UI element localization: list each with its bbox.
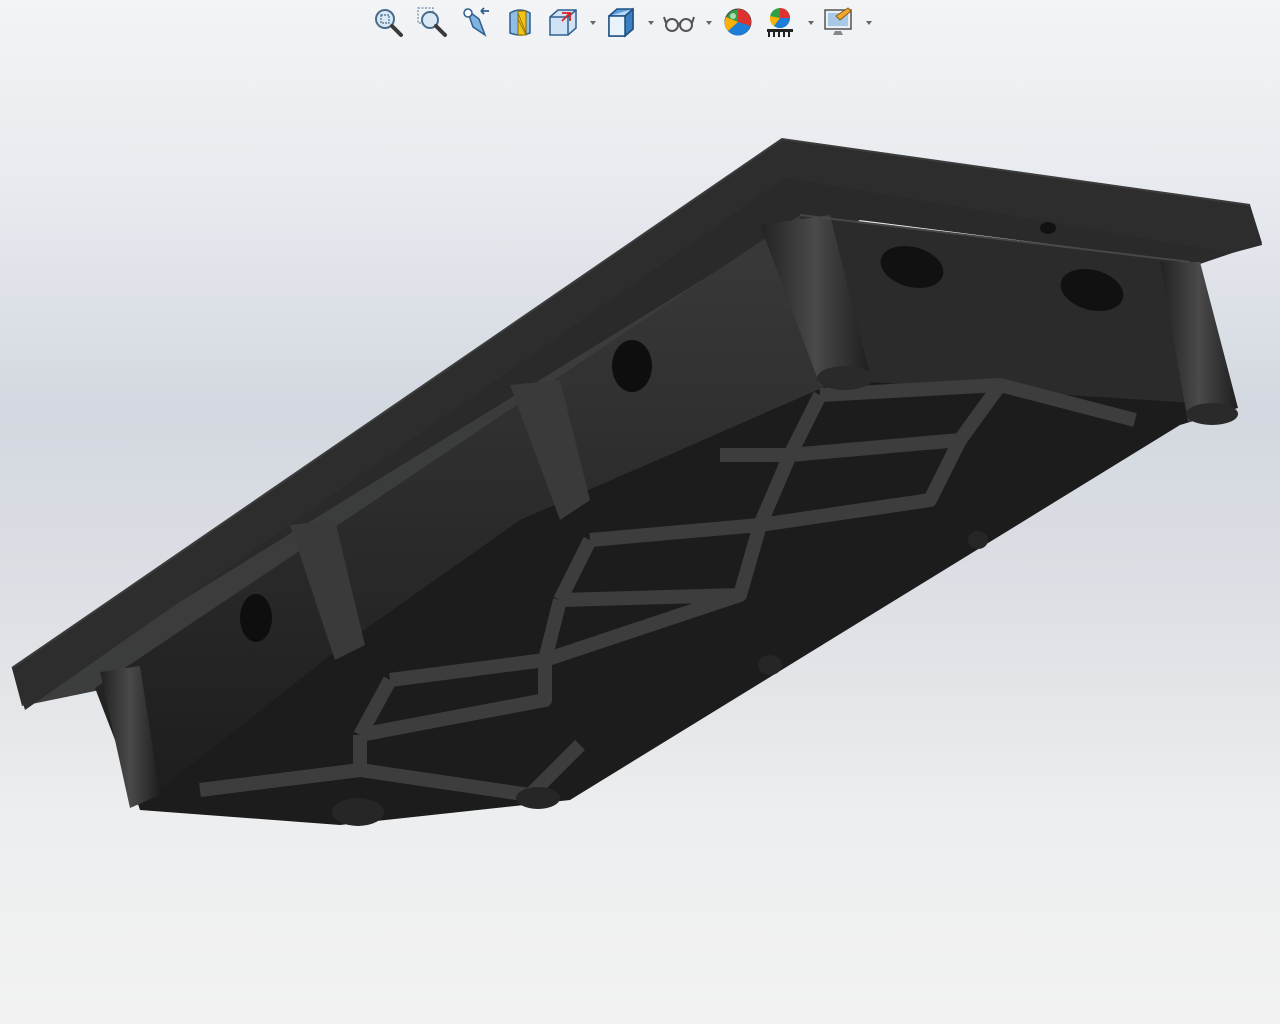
ribbed-base-plate-model[interactable] <box>0 0 1280 1024</box>
boss-foot <box>516 787 560 809</box>
boss-foot <box>968 531 988 549</box>
graphics-area[interactable] <box>0 0 1280 1024</box>
boss-foot <box>758 655 782 675</box>
mounting-hole <box>612 340 652 392</box>
mounting-hole <box>240 594 272 642</box>
boss-foot <box>332 798 384 826</box>
pin-hole <box>1040 222 1056 234</box>
